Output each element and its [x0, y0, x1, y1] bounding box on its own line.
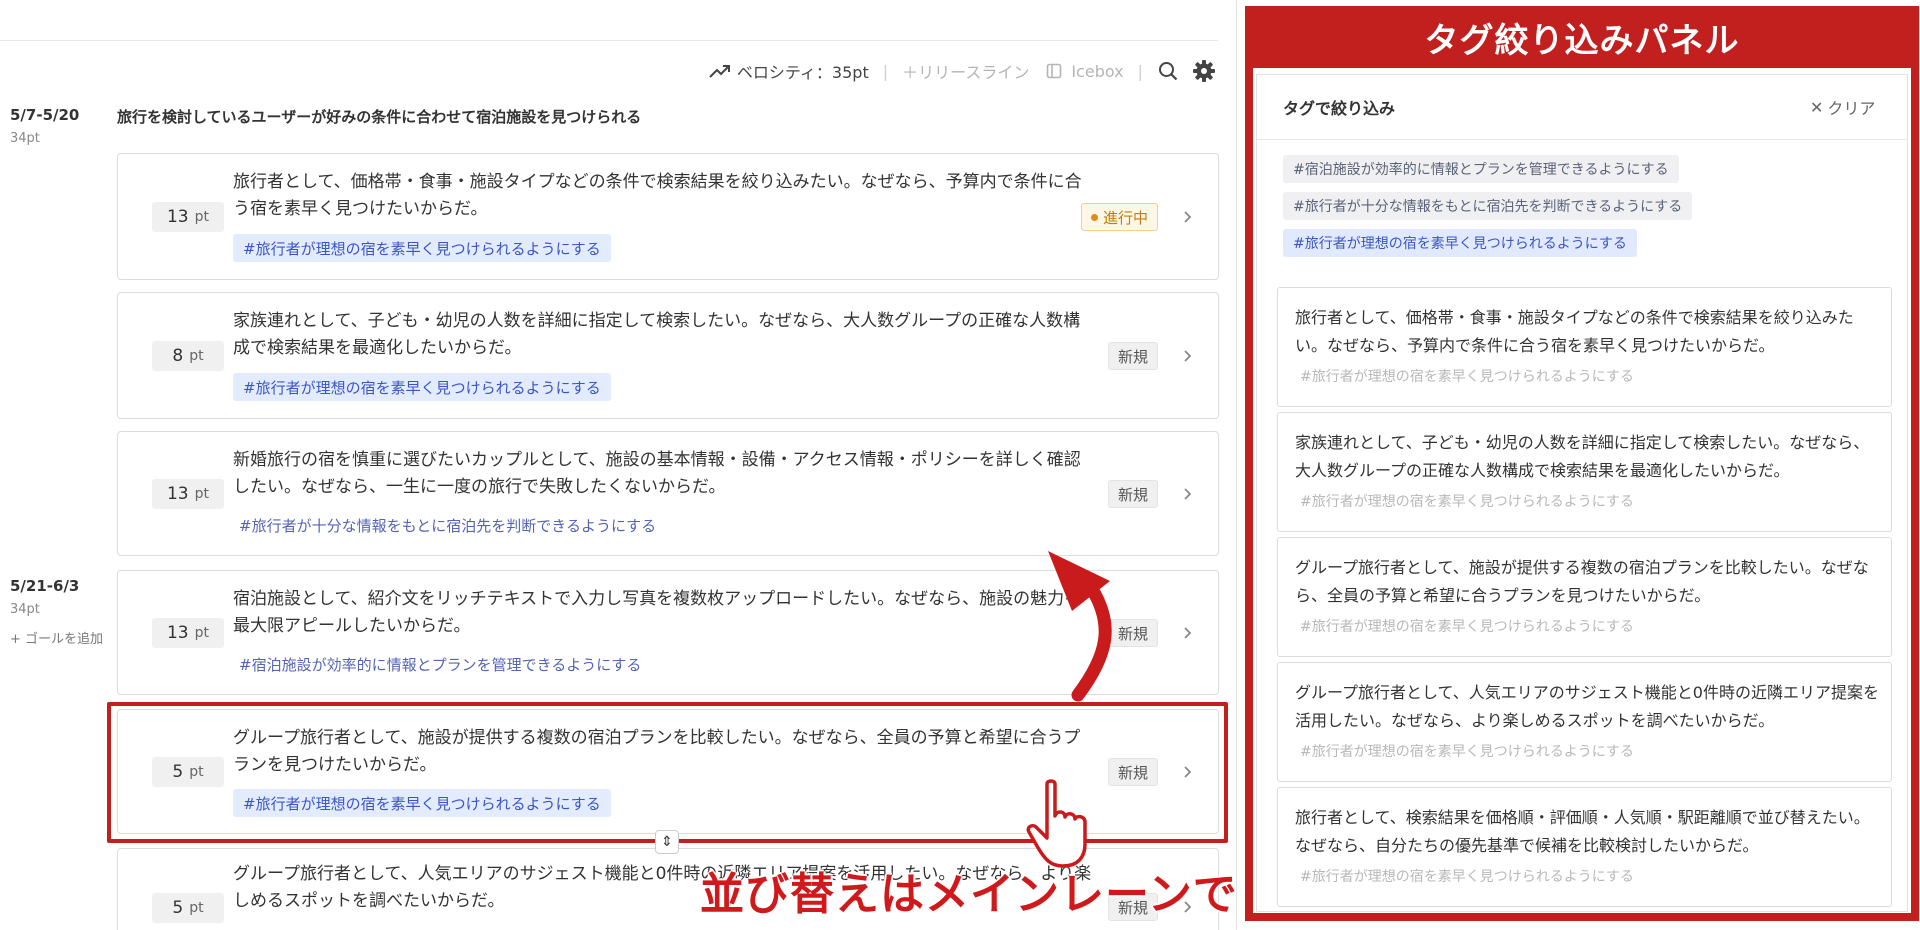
story-text: 旅行者として、価格帯・食事・施設タイプなどの条件で検索結果を絞り込みたい。なぜな… [233, 172, 1082, 219]
panel-story-tag: #旅行者が理想の宿を素早く見つけられるようにする [1300, 619, 1634, 635]
status-badge[interactable]: 新規 [1107, 342, 1158, 370]
story-text: 家族連れとして、子ども・幼児の人数を詳細に指定して検索したい。なぜなら、大人数グ… [233, 311, 1081, 358]
icebox-button[interactable]: Icebox [1043, 60, 1124, 82]
story-tag[interactable]: #旅行者が十分な情報をもとに宿泊先を判断できるようにする [233, 511, 666, 539]
period-range: 5/21-6/3 [10, 577, 80, 595]
story-points: 13 pt [152, 618, 224, 648]
panel-story-card[interactable]: グループ旅行者として、施設が提供する複数の宿泊プランを比較したい。なぜなら、全員… [1277, 537, 1892, 657]
curved-arrow-icon [1048, 551, 1112, 702]
progress-dot-icon [1090, 213, 1098, 221]
story-points: 5 pt [152, 893, 224, 923]
chevron-right-icon[interactable] [1180, 349, 1194, 363]
panel-story-card[interactable]: グループ旅行者として、人気エリアのサジェスト機能と0件時の近隣エリア提案を活用し… [1277, 662, 1892, 782]
status-badge[interactable]: 新規 [1107, 480, 1158, 508]
panel-story-tag: #旅行者が理想の宿を素早く見つけられるようにする [1300, 369, 1634, 385]
panel-story-card[interactable]: 旅行者として、価格帯・食事・施設タイプなどの条件で検索結果を絞り込みたい。なぜな… [1277, 287, 1892, 407]
filter-tag[interactable]: #旅行者が十分な情報をもとに宿泊先を判断できるようにする [1283, 192, 1693, 220]
chevron-right-icon[interactable] [1180, 626, 1194, 640]
add-goal-link[interactable]: + ゴールを追加 [10, 628, 103, 647]
panel-story-text: グループ旅行者として、施設が提供する複数の宿泊プランを比較したい。なぜなら、全員… [1295, 558, 1869, 605]
filter-tag[interactable]: #宿泊施設が効率的に情報とプランを管理できるようにする [1283, 155, 1679, 183]
story-text: 新婚旅行の宿を慎重に選びたいカップルとして、施設の基本情報・設備・アクセス情報・… [233, 450, 1081, 497]
panel-story-card[interactable]: 家族連れとして、子ども・幼児の人数を詳細に指定して検索したい。なぜなら、大人数グ… [1277, 412, 1892, 532]
panel-title: タグで絞り込み [1283, 99, 1396, 118]
story-tag[interactable]: #旅行者が理想の宿を素早く見つけられるようにする [233, 373, 611, 401]
pointer-hand-icon [1026, 779, 1087, 868]
panel-story-tag: #旅行者が理想の宿を素早く見つけられるようにする [1300, 494, 1634, 510]
panel-divider [1257, 139, 1907, 140]
panel-story-card[interactable]: 旅行者として、検索結果を価格順・評価順・人気順・駅距離順で並び替えたい。なぜなら… [1277, 787, 1892, 907]
toolbar-separator: | [882, 61, 889, 81]
story-text: 宿泊施設として、紹介文をリッチテキストで入力し写真を複数枚アップロードしたい。な… [233, 589, 1082, 636]
drag-handle-icon[interactable]: ⇕ [655, 830, 679, 854]
chevron-right-icon[interactable] [1180, 210, 1194, 224]
panel-story-tag: #旅行者が理想の宿を素早く見つけられるようにする [1300, 869, 1634, 885]
search-icon[interactable] [1157, 60, 1179, 82]
toolbar: ベロシティ：35pt | ＋リリースライン Icebox | [709, 58, 1215, 84]
story-card[interactable]: 13 pt 旅行者として、価格帯・食事・施設タイプなどの条件で検索結果を絞り込みた… [117, 153, 1219, 280]
panel-story-text: 家族連れとして、子ども・幼児の人数を詳細に指定して検索したい。なぜなら、大人数グ… [1295, 433, 1870, 480]
icebox-icon [1043, 60, 1065, 82]
goal-title: 旅行を検討しているユーザーが好みの条件に合わせて宿泊施設を見つけられる [117, 108, 642, 126]
chevron-right-icon[interactable] [1180, 487, 1194, 501]
period-points: 34pt [10, 602, 40, 617]
panel-header: タグ絞り込みパネル [1245, 6, 1919, 68]
lane-divider [1236, 0, 1237, 930]
story-card[interactable]: 13 pt 新婚旅行の宿を慎重に選びたいカップルとして、施設の基本情報・設備・アク… [117, 431, 1219, 556]
period-range: 5/7-5/20 [10, 106, 80, 124]
velocity-label: ベロシティ：35pt [736, 63, 869, 82]
clear-button[interactable]: ✕ クリア [1810, 95, 1875, 119]
panel-story-text: グループ旅行者として、人気エリアのサジェスト機能と0件時の近隣エリア提案を活用し… [1295, 683, 1879, 730]
icebox-label: Icebox [1071, 61, 1124, 81]
annotation-text: 並び替えはメインレーンで [700, 869, 1238, 920]
top-divider [0, 40, 1218, 41]
velocity-indicator[interactable]: ベロシティ：35pt [709, 59, 869, 83]
filter-tag-active[interactable]: #旅行者が理想の宿を素早く見つけられるようにする [1283, 229, 1637, 257]
toolbar-separator: | [1137, 61, 1143, 81]
panel-story-text: 旅行者として、検索結果を価格順・評価順・人気順・駅距離順で並び替えたい。なぜなら… [1295, 808, 1870, 855]
gear-icon[interactable] [1193, 60, 1215, 82]
story-points: 13 pt [152, 479, 224, 509]
panel-story-text: 旅行者として、価格帯・食事・施設タイプなどの条件で検索結果を絞り込みたい。なぜな… [1295, 308, 1854, 355]
trend-up-icon [709, 60, 731, 82]
period-points: 34pt [10, 131, 40, 146]
panel-story-tag: #旅行者が理想の宿を素早く見つけられるようにする [1300, 744, 1634, 760]
story-tag[interactable]: #旅行者が理想の宿を素早く見つけられるようにする [233, 234, 611, 262]
release-line-button[interactable]: ＋リリースライン [902, 59, 1029, 83]
story-tag[interactable]: #宿泊施設が効率的に情報とプランを管理できるようにする [233, 650, 651, 678]
status-badge[interactable]: 進行中 [1080, 203, 1158, 231]
story-points: 13 pt [152, 202, 224, 232]
story-card[interactable]: 8 pt 家族連れとして、子ども・幼児の人数を詳細に指定して検索したい。なぜなら、… [117, 292, 1219, 419]
story-points: 8 pt [152, 341, 224, 371]
close-icon: ✕ [1810, 97, 1824, 117]
